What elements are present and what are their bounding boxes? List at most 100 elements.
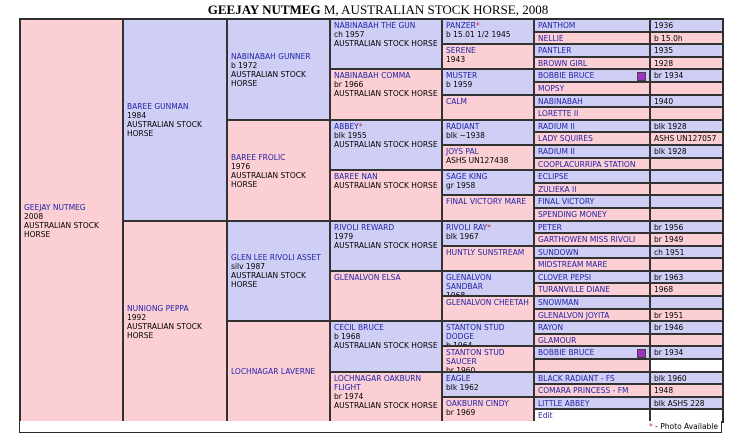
gen6-horse[interactable]: LADY SQUIRES: [534, 132, 650, 145]
horse-name-link[interactable]: MUSTER: [446, 71, 477, 80]
horse-name-link[interactable]: STANTON STUD DODGE: [446, 323, 505, 341]
horse-name-link[interactable]: GARTHOWEN MISS RIVOLI: [538, 235, 635, 244]
gen6-horse[interactable]: PETER: [534, 221, 650, 233]
name-line: SAGE KING: [446, 172, 530, 181]
name-line: GLEN LEE RIVOLI ASSET: [231, 253, 326, 262]
horse-name-link[interactable]: RADIUM II: [538, 147, 575, 156]
name-line: RIVOLI REWARD: [334, 223, 438, 232]
gen6-horse[interactable]: BROWN GIRL: [534, 57, 650, 69]
horse-name-link[interactable]: CECIL BRUCE: [334, 323, 384, 332]
horse-name-link[interactable]: GEEJAY NUTMEG: [24, 203, 86, 212]
gen6-horse[interactable]: TURANVILLE DIANE: [534, 283, 650, 296]
gen6-horse[interactable]: BLACK RADIANT - FS: [534, 372, 650, 384]
horse-name-link[interactable]: ABBEY: [334, 122, 359, 131]
horse-name-link[interactable]: ECLIPSE: [538, 172, 568, 181]
horse-name-link[interactable]: SERENE: [446, 46, 476, 55]
gen6-horse[interactable]: RADIUM II: [534, 120, 650, 132]
horse-name-link[interactable]: BOBBIE BRUCE: [538, 348, 594, 357]
horse-name-link[interactable]: RIVOLI REWARD: [334, 223, 394, 232]
horse-name-link[interactable]: SUNDOWN: [538, 248, 579, 257]
horse-name-link[interactable]: NABINABAH THE GUN: [334, 21, 415, 30]
gen6-horse[interactable]: CLOVER PEPSI: [534, 271, 650, 283]
horse-name-link[interactable]: SNOWMAN: [538, 298, 579, 307]
gen6-horse[interactable]: ZULIEKA II: [534, 183, 650, 195]
horse-name-link[interactable]: EAGLE: [446, 374, 470, 383]
gen6-horse[interactable]: SNOWMAN: [534, 296, 650, 309]
gen6-horse[interactable]: RAYON: [534, 321, 650, 334]
horse-name-link[interactable]: HUNTLY SUNSTREAM: [446, 248, 524, 257]
horse-details: M, AUSTRALIAN STOCK HORSE, 2008: [320, 2, 549, 17]
horse-name-link[interactable]: NUNIONG PEPPA: [127, 304, 189, 313]
horse-name-link[interactable]: MOPSY: [538, 84, 564, 93]
gen6-horse[interactable]: NELLIE: [534, 32, 650, 44]
horse-name-link[interactable]: GLENALVON SANDBAR: [446, 273, 491, 291]
horse-name-link[interactable]: BAREE NAN: [334, 172, 378, 181]
horse-breed: AUSTRALIAN STOCK HORSE: [334, 181, 438, 190]
horse-name-link[interactable]: GLENALVON ELSA: [334, 273, 401, 282]
gen6-horse[interactable]: NABINABAH: [534, 95, 650, 107]
horse-name-link[interactable]: GLEN LEE RIVOLI ASSET: [231, 253, 321, 262]
horse-name-link[interactable]: RADIANT: [446, 122, 479, 131]
gen6-horse[interactable]: PANTLER: [534, 44, 650, 57]
gen2-horse: BAREE GUNMAN 1984 AUSTRALIAN STOCK HORSE: [123, 19, 227, 221]
gen6-horse[interactable]: BOBBIE BRUCE: [534, 69, 650, 82]
gen6-horse[interactable]: COOPLACURRIPA STATION MARE: [534, 158, 650, 170]
gen6-horse[interactable]: SPENDING MONEY: [534, 208, 650, 221]
gen6-horse[interactable]: SUNDOWN: [534, 246, 650, 258]
horse-name-link[interactable]: NABINABAH COMMA: [334, 71, 410, 80]
horse-name-link[interactable]: GLAMOUR: [538, 336, 576, 345]
horse-name-link[interactable]: CALM: [446, 97, 467, 106]
gen6-horse[interactable]: LITTLE ABBEY: [534, 397, 650, 409]
horse-name-link[interactable]: LOCHNAGAR LAVERNE: [231, 367, 315, 376]
horse-name-link[interactable]: RIVOLI RAY: [446, 223, 487, 232]
gen6-horse[interactable]: COMARA PRINCESS - FM: [534, 384, 650, 397]
gen6-horse[interactable]: BOBBIE BRUCE: [534, 346, 650, 359]
gen5-horse: STANTON STUD DODGE b 1964: [442, 321, 534, 346]
gen6-horse[interactable]: MOPSY: [534, 82, 650, 95]
horse-name-link[interactable]: PETER: [538, 223, 562, 232]
horse-name-link[interactable]: BAREE GUNMAN: [127, 102, 188, 111]
gen6-horse[interactable]: ECLIPSE: [534, 170, 650, 183]
horse-name-link[interactable]: MIDSTREAM MARE: [538, 260, 607, 269]
horse-name-link[interactable]: BAREE FROLIC: [231, 153, 285, 162]
horse-name-link[interactable]: NABINABAH GUNNER: [231, 52, 311, 61]
horse-name-link[interactable]: BLACK RADIANT - FS: [538, 374, 615, 383]
gen6-horse[interactable]: LORETTE II: [534, 107, 650, 120]
horse-name-link[interactable]: SPENDING MONEY: [538, 210, 607, 219]
horse-name-link[interactable]: FINAL VICTORY: [538, 197, 594, 206]
horse-name-link[interactable]: BOBBIE BRUCE: [538, 71, 594, 80]
gen6-horse[interactable]: FINAL VICTORY: [534, 195, 650, 208]
horse-name-link[interactable]: ZULIEKA II: [538, 185, 576, 194]
horse-name-link[interactable]: SAGE KING: [446, 172, 487, 181]
horse-name-link[interactable]: JOYS PAL: [446, 147, 479, 156]
horse-name-link[interactable]: FINAL VICTORY MARE: [446, 197, 526, 206]
horse-name-link[interactable]: OAKBURN CINDY: [446, 399, 509, 408]
horse-name-link[interactable]: PANTHOM: [538, 21, 575, 30]
edit-link[interactable]: Edit: [538, 411, 553, 420]
gen6-horse[interactable]: GLAMOUR: [534, 334, 650, 346]
horse-name-link[interactable]: NELLIE: [538, 34, 564, 43]
horse-name-link[interactable]: STANTON STUD SAUCER: [446, 348, 505, 366]
horse-name-link[interactable]: PANZER: [446, 21, 476, 30]
gen6-horse[interactable]: RADIUM II: [534, 145, 650, 158]
horse-name-link[interactable]: COOPLACURRIPA STATION MARE: [538, 160, 635, 169]
horse-name-link[interactable]: COMARA PRINCESS - FM: [538, 386, 628, 395]
gen3-horse: LOCHNAGAR LAVERNE: [227, 321, 330, 422]
horse-name-link[interactable]: TURANVILLE DIANE: [538, 285, 610, 294]
horse-name-link[interactable]: LOCHNAGAR OAKBURN FLIGHT: [334, 374, 421, 392]
gen6-horse[interactable]: MIDSTREAM MARE: [534, 258, 650, 271]
horse-name-link[interactable]: CLOVER PEPSI: [538, 273, 591, 282]
horse-name-link[interactable]: NABINABAH: [538, 97, 583, 106]
horse-name-link[interactable]: GLENALVON JOYITA: [538, 311, 609, 320]
gen6-horse[interactable]: GARTHOWEN MISS RIVOLI: [534, 233, 650, 246]
horse-name-link[interactable]: LITTLE ABBEY: [538, 399, 589, 408]
horse-name-link[interactable]: LORETTE II: [538, 109, 578, 118]
horse-name-link[interactable]: LADY SQUIRES: [538, 134, 593, 143]
horse-name-link[interactable]: GLENALVON CHEETAH: [446, 298, 529, 307]
gen6-horse[interactable]: GLENALVON JOYITA: [534, 309, 650, 321]
horse-name-link[interactable]: RADIUM II: [538, 122, 575, 131]
horse-name-link[interactable]: RAYON: [538, 323, 563, 332]
horse-name-link[interactable]: PANTLER: [538, 46, 572, 55]
horse-name-link[interactable]: BROWN GIRL: [538, 59, 587, 68]
gen6-horse[interactable]: PANTHOM: [534, 19, 650, 32]
